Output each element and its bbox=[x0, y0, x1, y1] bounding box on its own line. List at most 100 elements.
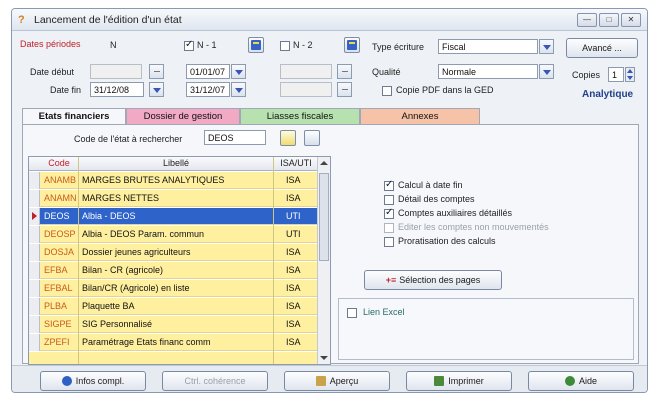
n-date-fin-dropdown-icon[interactable] bbox=[149, 82, 164, 97]
n-date-fin-field[interactable]: 31/12/08 bbox=[90, 82, 144, 97]
selection-pages-button[interactable]: +≡ Sélection des pages bbox=[364, 270, 502, 290]
window-title: Lancement de l'édition d'un état bbox=[34, 14, 182, 26]
scroll-down-icon[interactable] bbox=[320, 356, 328, 360]
copie-pdf-label: Copie PDF dans la GED bbox=[396, 85, 494, 95]
scroll-thumb[interactable] bbox=[319, 173, 329, 261]
row-type: ISA bbox=[286, 247, 301, 257]
comptes-aux-label: Comptes auxiliaires détaillés bbox=[398, 208, 513, 218]
row-code: DEOSP bbox=[44, 229, 76, 239]
qualite-select[interactable]: Normale bbox=[438, 64, 538, 79]
title-bar: ? Lancement de l'édition d'un état — □ ✕ bbox=[12, 9, 647, 31]
n2-date-debut-clear-icon[interactable] bbox=[337, 64, 352, 79]
search-bubble-icon[interactable] bbox=[280, 130, 296, 146]
table-row-selected[interactable]: DEOS Albia - DEOS UTI bbox=[29, 208, 318, 225]
header-code[interactable]: Code bbox=[43, 158, 75, 168]
detail-comptes-checkbox[interactable] bbox=[384, 195, 394, 205]
table-row[interactable]: ANAMN MARGES NETTES ISA bbox=[29, 190, 318, 207]
table-row[interactable]: SIGPE SIG Personnalisé ISA bbox=[29, 316, 318, 333]
n-date-debut-clear-icon[interactable] bbox=[149, 64, 164, 79]
table-row[interactable]: DEOSP Albia - DEOS Param. commun UTI bbox=[29, 226, 318, 243]
comptes-aux-checkbox[interactable] bbox=[384, 207, 394, 219]
maximize-icon[interactable]: □ bbox=[599, 13, 619, 27]
scroll-up-icon[interactable] bbox=[320, 161, 328, 165]
n2-calendar-icon[interactable] bbox=[344, 37, 360, 53]
analytique-label: Analytique bbox=[582, 89, 634, 100]
table-row[interactable]: DOSJA Dossier jeunes agriculteurs ISA bbox=[29, 244, 318, 261]
table-row[interactable]: EFBA Bilan - CR (agricole) ISA bbox=[29, 262, 318, 279]
copies-label: Copies bbox=[572, 70, 601, 80]
avance-button[interactable]: Avancé ... bbox=[566, 38, 638, 58]
n2-date-debut-field[interactable] bbox=[280, 64, 332, 79]
lien-excel-checkbox[interactable] bbox=[347, 308, 357, 318]
ctrl-coherence-label: Ctrl. cohérence bbox=[184, 376, 246, 386]
bottom-button-bar: Infos compl. Ctrl. cohérence Aperçu Impr… bbox=[12, 365, 647, 392]
n1-date-fin-dropdown-icon[interactable] bbox=[231, 82, 246, 97]
table-row[interactable]: EFBAL Bilan/CR (Agricole) en liste ISA bbox=[29, 280, 318, 297]
lien-excel-label: Lien Excel bbox=[363, 307, 405, 317]
copie-pdf-checkbox[interactable] bbox=[382, 86, 392, 96]
type-ecriture-select[interactable]: Fiscal bbox=[438, 39, 538, 54]
table-row[interactable]: PLBA Plaquette BA ISA bbox=[29, 298, 318, 315]
minimize-icon[interactable]: — bbox=[577, 13, 597, 27]
n1-date-fin-field[interactable]: 31/12/07 bbox=[186, 82, 230, 97]
header-libelle[interactable]: Libellé bbox=[79, 158, 273, 168]
type-ecriture-dropdown-icon[interactable] bbox=[539, 39, 554, 54]
filter-list-icon[interactable] bbox=[304, 130, 320, 146]
imprimer-button[interactable]: Imprimer bbox=[406, 371, 512, 391]
row-code: PLBA bbox=[44, 301, 68, 311]
n2-date-fin-field[interactable] bbox=[280, 82, 332, 97]
n1-date-debut-field[interactable]: 01/01/07 bbox=[186, 64, 230, 79]
row-type: UTI bbox=[286, 211, 301, 221]
copies-spinner-icon[interactable] bbox=[625, 67, 635, 82]
grid-vertical-scrollbar[interactable] bbox=[317, 157, 330, 364]
comptes-non-mouv-label: Editer les comptes non mouvementés bbox=[398, 222, 549, 232]
tab-dossier-de-gestion[interactable]: Dossier de gestion bbox=[126, 108, 240, 124]
search-code-label: Code de l'état à rechercher bbox=[74, 134, 183, 144]
row-type: ISA bbox=[286, 301, 301, 311]
tab-etats-financiers[interactable]: Etats financiers bbox=[22, 108, 126, 125]
row-type: UTI bbox=[286, 229, 301, 239]
date-debut-label: Date début bbox=[30, 67, 75, 77]
apercu-button[interactable]: Aperçu bbox=[284, 371, 390, 391]
grid-header: Code Libellé ISA/UTI bbox=[29, 157, 318, 171]
header-isa-uti[interactable]: ISA/UTI bbox=[274, 158, 318, 168]
search-code-input[interactable]: DEOS bbox=[204, 130, 266, 145]
detail-comptes-label: Détail des comptes bbox=[398, 194, 475, 204]
comptes-non-mouv-checkbox[interactable] bbox=[384, 223, 394, 233]
n1-date-debut-dropdown-icon[interactable] bbox=[231, 64, 246, 79]
n1-calendar-icon[interactable] bbox=[248, 37, 264, 53]
table-row[interactable]: ZPEFI Paramétrage Etats financ comm ISA bbox=[29, 334, 318, 351]
copies-field[interactable]: 1 bbox=[608, 67, 624, 82]
current-row-arrow-icon bbox=[29, 208, 40, 225]
row-code: EFBA bbox=[44, 265, 68, 275]
infos-compl-button[interactable]: Infos compl. bbox=[40, 371, 146, 391]
table-row[interactable]: ANAMB MARGES BRUTES ANALYTIQUES ISA bbox=[29, 172, 318, 189]
col-n-label: N bbox=[110, 40, 117, 50]
close-icon[interactable]: ✕ bbox=[621, 13, 641, 27]
tab-liasses-fiscales[interactable]: Liasses fiscales bbox=[240, 108, 360, 124]
printer-icon bbox=[434, 376, 445, 386]
row-code: ANAMN bbox=[44, 193, 77, 203]
ctrl-coherence-button[interactable]: Ctrl. cohérence bbox=[162, 371, 268, 391]
tab-annexes[interactable]: Annexes bbox=[360, 108, 480, 124]
row-type: ISA bbox=[286, 265, 301, 275]
grid-col-divider bbox=[78, 157, 79, 364]
calcul-date-fin-checkbox[interactable] bbox=[384, 179, 394, 191]
row-type: ISA bbox=[286, 319, 301, 329]
row-marker bbox=[29, 172, 40, 189]
row-libelle: MARGES BRUTES ANALYTIQUES bbox=[82, 175, 225, 185]
n-date-debut-field[interactable] bbox=[90, 64, 142, 79]
edition-dialog-window: ? Lancement de l'édition d'un état — □ ✕… bbox=[11, 8, 648, 393]
n2-checkbox[interactable] bbox=[280, 41, 290, 51]
row-type: ISA bbox=[286, 175, 301, 185]
selection-pages-label: Sélection des pages bbox=[399, 275, 481, 285]
row-marker bbox=[29, 280, 40, 297]
dates-periodes-title: Dates périodes bbox=[20, 39, 81, 49]
qualite-dropdown-icon[interactable] bbox=[539, 64, 554, 79]
lien-excel-panel: Lien Excel bbox=[338, 298, 634, 360]
aide-button[interactable]: Aide bbox=[528, 371, 634, 391]
help-icon bbox=[564, 376, 575, 386]
n1-checkbox[interactable] bbox=[184, 39, 194, 51]
n2-date-fin-clear-icon[interactable] bbox=[337, 82, 352, 97]
proratisation-checkbox[interactable] bbox=[384, 237, 394, 247]
